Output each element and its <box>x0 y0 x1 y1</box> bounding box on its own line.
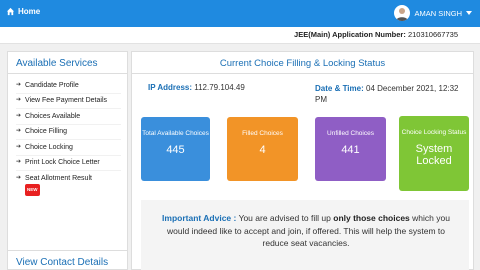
card-value: 4 <box>259 144 266 156</box>
card-choice-locking-status: Choice Locking Status System Locked <box>399 116 469 191</box>
ip-address: IP Address: 112.79.104.49 <box>148 83 245 92</box>
sidebar-menu: ➔ Candidate Profile ➔ View Fee Payment D… <box>8 74 127 198</box>
sidebar-item-choices-available[interactable]: ➔ Choices Available <box>16 109 121 125</box>
user-menu[interactable]: AMAN SINGH <box>394 5 472 21</box>
card-label: Total Available Choices <box>142 130 209 137</box>
arrow-right-icon: ➔ <box>16 81 22 88</box>
home-label: Home <box>18 7 41 16</box>
arrow-right-icon: ➔ <box>16 143 22 150</box>
sidebar-item-label: Choice Filling <box>25 128 68 135</box>
ip-value: 112.79.104.49 <box>194 83 245 92</box>
card-value: System Locked <box>415 143 453 167</box>
important-advice: Important Advice : You are advised to fi… <box>141 200 469 270</box>
view-contact-details-link[interactable]: View Contact Details <box>7 250 128 270</box>
sidebar-item-wrap: Seat Allotment Result NEW <box>25 174 92 196</box>
sidebar-item-seat-allotment[interactable]: ➔ Seat Allotment Result NEW <box>16 171 121 198</box>
ip-label: IP Address: <box>148 83 193 92</box>
home-link[interactable]: Home <box>6 7 40 16</box>
user-avatar-icon <box>394 5 411 21</box>
arrow-right-icon: ➔ <box>16 159 22 165</box>
arrow-right-icon: ➔ <box>16 97 22 103</box>
sidebar-item-candidate-profile[interactable]: ➔ Candidate Profile <box>16 78 121 94</box>
sidebar-item-label: Print Lock Choice Letter <box>25 159 100 166</box>
sidebar-item-choice-locking[interactable]: ➔ Choice Locking <box>16 140 121 156</box>
application-number: JEE(Main) Application Number: 2103106677… <box>294 30 458 39</box>
sidebar-item-label: Candidate Profile <box>25 81 79 89</box>
sidebar-item-label: Choices Available <box>25 112 81 120</box>
advice-label: Important Advice : <box>162 213 237 223</box>
new-badge: NEW <box>25 184 40 196</box>
user-name: AMAN SINGH <box>414 8 462 18</box>
main-panel: Current Choice Filling & Locking Status … <box>131 51 474 270</box>
card-label: Choice Locking Status <box>401 129 467 136</box>
top-nav-bar: Home AMAN SINGH <box>0 0 480 27</box>
arrow-right-icon: ➔ <box>16 174 22 181</box>
application-number-value: 210310667735 <box>407 30 458 39</box>
sidebar-services: Available Services ➔ Candidate Profile ➔… <box>7 51 128 270</box>
home-icon <box>6 7 15 16</box>
advice-emphasis: only those choices <box>333 213 410 223</box>
advice-text-before: You are advised to fill up <box>238 213 331 223</box>
card-label: Unfilled Choices <box>327 130 374 137</box>
card-filled-choices: Filled Choices 4 <box>227 117 298 181</box>
datetime-label: Date & Time: <box>315 84 364 93</box>
main-title: Current Choice Filling & Locking Status <box>132 52 473 74</box>
arrow-right-icon: ➔ <box>16 128 22 134</box>
sidebar-item-choice-filling[interactable]: ➔ Choice Filling <box>16 125 121 140</box>
sidebar-item-print-lock-letter[interactable]: ➔ Print Lock Choice Letter <box>16 156 121 171</box>
sidebar-item-label: View Fee Payment Details <box>25 97 107 104</box>
sidebar-item-fee-payment[interactable]: ➔ View Fee Payment Details <box>16 94 121 109</box>
card-unfilled-choices: Unfilled Choices 441 <box>315 117 386 181</box>
card-value: 441 <box>341 144 360 156</box>
sidebar-item-label: Choice Locking <box>25 143 73 151</box>
sidebar-item-label: Seat Allotment Result <box>25 174 92 182</box>
application-number-label: JEE(Main) Application Number: <box>294 30 406 39</box>
date-time: Date & Time: 04 December 2021, 12:32 PM <box>315 83 470 105</box>
card-value: 445 <box>166 144 185 156</box>
caret-down-icon <box>466 11 472 15</box>
application-bar: JEE(Main) Application Number: 2103106677… <box>0 27 480 44</box>
card-total-available-choices: Total Available Choices 445 <box>141 117 210 181</box>
sidebar-title: Available Services <box>8 52 127 74</box>
arrow-right-icon: ➔ <box>16 112 22 119</box>
card-label: Filled Choices <box>242 130 283 137</box>
